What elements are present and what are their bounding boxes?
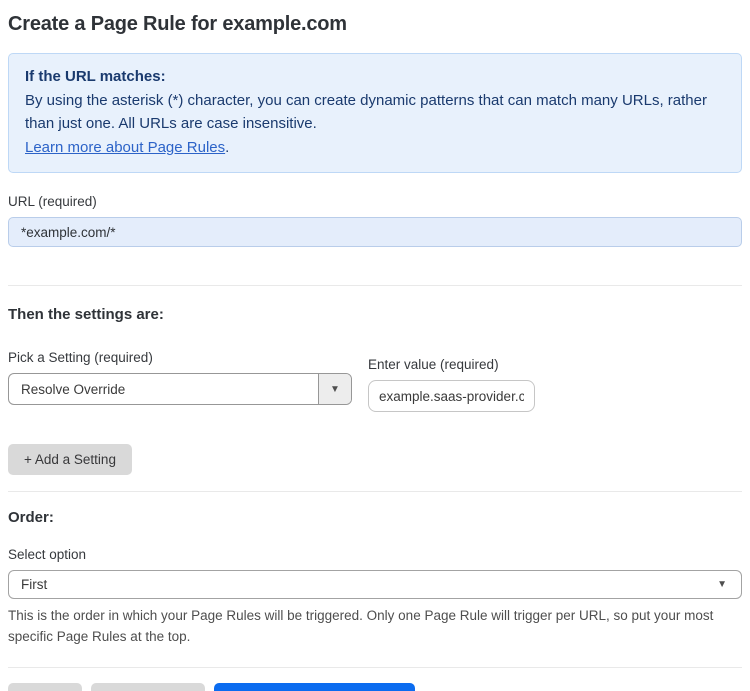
setting-value-label: Enter value (required) [368, 357, 499, 372]
page-title: Create a Page Rule for example.com [8, 13, 347, 35]
url-field-label: URL (required) [8, 194, 97, 209]
settings-section-heading: Then the settings are: [8, 306, 164, 323]
learn-more-link[interactable]: Learn more about Page Rules [25, 139, 225, 156]
info-box-body: By using the asterisk (*) character, you… [25, 92, 707, 132]
url-input[interactable] [8, 217, 742, 247]
setting-picker-column: Pick a Setting (required) Resolve Overri… [8, 350, 352, 405]
divider [8, 667, 742, 668]
chevron-down-icon: ▼ [318, 374, 351, 404]
save-as-draft-button[interactable]: Save as Draft [91, 683, 205, 691]
link-suffix: . [225, 139, 230, 156]
order-select-label: Select option [8, 547, 87, 562]
order-help-text: This is the order in which your Page Rul… [8, 608, 714, 644]
divider [8, 491, 742, 492]
cancel-button[interactable]: Cancel [8, 683, 83, 691]
setting-select[interactable]: Resolve Override ▼ [8, 373, 352, 405]
chevron-down-icon: ▼ [717, 579, 727, 590]
setting-picker-label: Pick a Setting (required) [8, 350, 153, 365]
info-box-link-line: Learn more about Page Rules. [25, 136, 725, 159]
order-select-value: First [21, 577, 48, 592]
setting-value-input[interactable] [368, 380, 535, 412]
order-select[interactable]: First ▼ [8, 570, 742, 599]
url-match-info-box: If the URL matches: By using the asteris… [8, 53, 742, 173]
save-and-deploy-button[interactable]: Save and Deploy Page Rule [213, 683, 416, 691]
setting-value-column: Enter value (required) [368, 350, 535, 412]
settings-row: Pick a Setting (required) Resolve Overri… [8, 350, 742, 412]
form-actions: Cancel Save as Draft Save and Deploy Pag… [8, 683, 742, 691]
page-rule-form: Create a Page Rule for example.com If th… [0, 0, 750, 691]
divider [8, 285, 742, 286]
order-section-heading: Order: [8, 509, 54, 526]
setting-select-value: Resolve Override [21, 381, 126, 397]
info-box-heading: If the URL matches: [25, 68, 166, 85]
add-setting-button[interactable]: + Add a Setting [8, 444, 132, 475]
